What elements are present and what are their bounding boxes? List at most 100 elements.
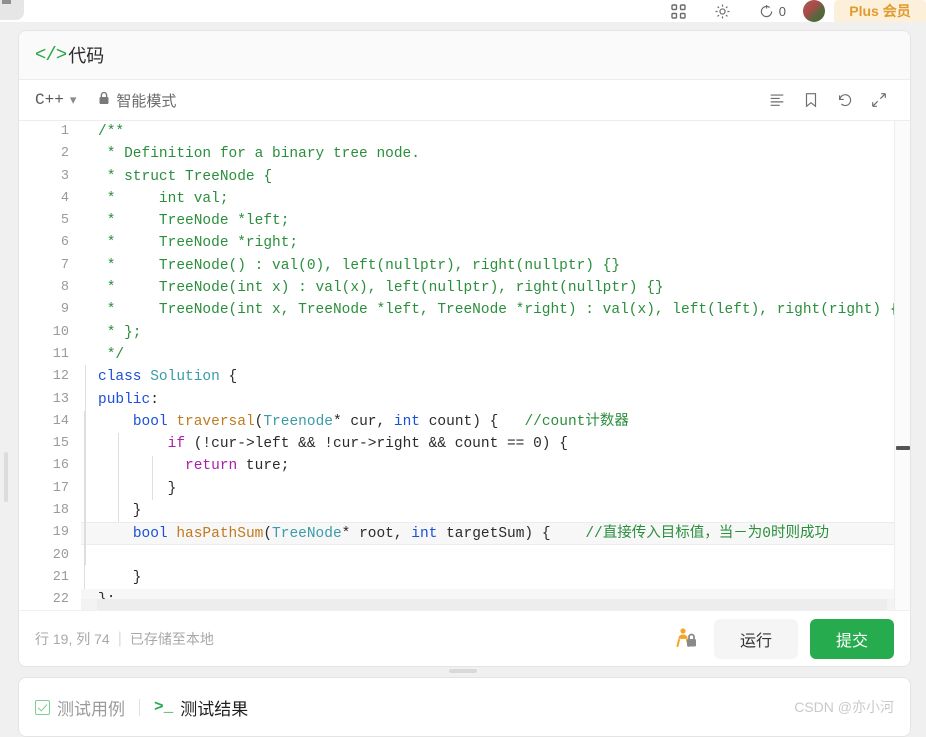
line-number: 5: [60, 213, 69, 229]
panel-resize-handle[interactable]: [449, 669, 477, 673]
lock-icon: [98, 91, 110, 110]
vertical-scrollbar[interactable]: [894, 121, 910, 610]
code-token: count) {: [420, 413, 525, 430]
submit-button[interactable]: 提交: [809, 618, 894, 659]
apps-grid-icon[interactable]: [657, 0, 701, 22]
code-line[interactable]: * TreeNode(int x) : val(x), left(nullptr…: [81, 277, 910, 299]
horizontal-scrollbar[interactable]: [81, 599, 894, 610]
chevron-down-icon: ▾: [69, 92, 77, 107]
code-token: * root,: [341, 526, 412, 543]
code-line[interactable]: [81, 545, 910, 567]
line-number: 1: [60, 124, 69, 139]
code-token: }: [98, 569, 142, 586]
line-number: 22: [52, 592, 69, 608]
top-nav-icons: 0 Plus 会员: [657, 0, 926, 22]
code-token: (: [263, 526, 273, 543]
code-token: bool: [132, 526, 168, 543]
code-content[interactable]: /** * Definition for a binary tree node.…: [81, 121, 910, 610]
code-token: public: [98, 391, 151, 408]
code-token: ) {: [541, 436, 568, 453]
code-token: (!cur->left && !cur->right && count ==: [185, 436, 534, 453]
tab-test-cases-label: 测试用例: [57, 699, 125, 719]
watermark: CSDN @亦小河: [794, 699, 894, 715]
format-code-icon[interactable]: [760, 85, 794, 115]
code-token: * TreeNode(int x) : val(x), left(nullptr…: [98, 280, 664, 297]
code-line[interactable]: * int val;: [81, 188, 910, 210]
line-number: 17: [52, 480, 69, 496]
code-line[interactable]: bool traversal(Treenode* cur, int count)…: [81, 411, 910, 433]
code-line[interactable]: bool hasPathSum(TreeNode* root, int targ…: [81, 522, 910, 545]
code-token: //直接传入目标值，当－为0时则成功: [585, 526, 829, 543]
code-token: }: [98, 480, 177, 497]
smart-mode-label: 智能模式: [116, 92, 177, 110]
line-number: 9: [60, 302, 69, 318]
tab-test-cases[interactable]: 测试用例: [35, 695, 125, 720]
code-line[interactable]: if (!cur->left && !cur->right && count =…: [81, 433, 910, 455]
line-number: 10: [52, 324, 69, 340]
fullscreen-icon[interactable]: [862, 85, 896, 115]
code-panel-header: </> 代码: [19, 31, 910, 79]
code-brackets-icon: </>: [35, 44, 67, 66]
plus-membership-badge[interactable]: Plus 会员: [834, 0, 926, 22]
line-number: 14: [52, 413, 69, 429]
code-panel: </> 代码 C++ ▾ 智能模式 1 2 3 4 5 6 7 8 9 10 1…: [18, 30, 911, 667]
code-token: /**: [98, 124, 125, 140]
bookmark-icon[interactable]: [794, 85, 828, 115]
code-token: bool: [132, 413, 168, 430]
code-token: //count计数器: [524, 413, 629, 430]
code-token: * TreeNode *left;: [98, 213, 290, 230]
terminal-icon: >_: [154, 698, 174, 716]
code-line[interactable]: * TreeNode *left;: [81, 210, 910, 232]
panel-drag-handle[interactable]: [4, 452, 8, 502]
line-number: 11: [52, 346, 69, 362]
line-number: 7: [60, 257, 69, 273]
smart-mode-indicator[interactable]: 智能模式: [98, 90, 176, 111]
line-number: 15: [52, 436, 69, 452]
indent-guide: [152, 455, 153, 501]
code-line[interactable]: */: [81, 344, 910, 366]
line-number: 18: [52, 503, 69, 519]
line-number-gutter: 1 2 3 4 5 6 7 8 9 10 11 12 13 14 15 16 17 18 19 20 21 22: [19, 121, 81, 610]
vertical-scrollbar-thumb[interactable]: [896, 446, 910, 450]
result-panel: 测试用例 >_ 测试结果 CSDN @亦小河: [18, 677, 911, 737]
status-divider: |: [117, 629, 122, 647]
code-token: return: [185, 458, 238, 475]
cursor-position: 行 19, 列 74: [35, 630, 110, 647]
code-line[interactable]: /**: [81, 121, 910, 143]
code-token: :: [150, 391, 159, 408]
code-line[interactable]: * TreeNode *right;: [81, 232, 910, 254]
avatar[interactable]: [803, 0, 825, 22]
line-number: 21: [52, 569, 69, 585]
code-line[interactable]: }: [81, 567, 910, 589]
code-line[interactable]: }: [81, 500, 910, 522]
code-line[interactable]: public:: [81, 389, 910, 411]
indent-guide: [118, 433, 119, 523]
gear-icon[interactable]: [701, 0, 745, 22]
line-number: 12: [52, 369, 69, 385]
line-number: 20: [52, 547, 69, 563]
code-token: Treenode: [263, 413, 333, 430]
code-editor[interactable]: 1 2 3 4 5 6 7 8 9 10 11 12 13 14 15 16 17 18 19 20 21 22 /** …: [19, 121, 910, 610]
person-lock-icon[interactable]: [672, 624, 702, 654]
code-line[interactable]: * TreeNode() : val(0), left(nullptr), ri…: [81, 255, 910, 277]
language-selector[interactable]: C++ ▾: [35, 91, 76, 109]
code-line[interactable]: * Definition for a binary tree node.: [81, 143, 910, 165]
code-line[interactable]: class Solution {: [81, 366, 910, 388]
code-line[interactable]: return ture;: [81, 455, 910, 477]
tab-test-results[interactable]: >_ 测试结果: [154, 695, 248, 720]
code-token: int: [411, 526, 438, 543]
horizontal-scrollbar-thumb[interactable]: [97, 599, 887, 610]
code-line[interactable]: * };: [81, 322, 910, 344]
reset-code-icon[interactable]: [828, 85, 862, 115]
run-button[interactable]: 运行: [713, 618, 798, 659]
code-token: * cur,: [332, 413, 394, 430]
code-line[interactable]: }: [81, 478, 910, 500]
checkbox-icon: [35, 699, 50, 715]
code-line[interactable]: * struct TreeNode {: [81, 166, 910, 188]
code-line[interactable]: * TreeNode(int x, TreeNode *left, TreeNo…: [81, 299, 910, 321]
code-token: TreeNode: [272, 526, 342, 543]
code-token: ture;: [237, 458, 290, 475]
